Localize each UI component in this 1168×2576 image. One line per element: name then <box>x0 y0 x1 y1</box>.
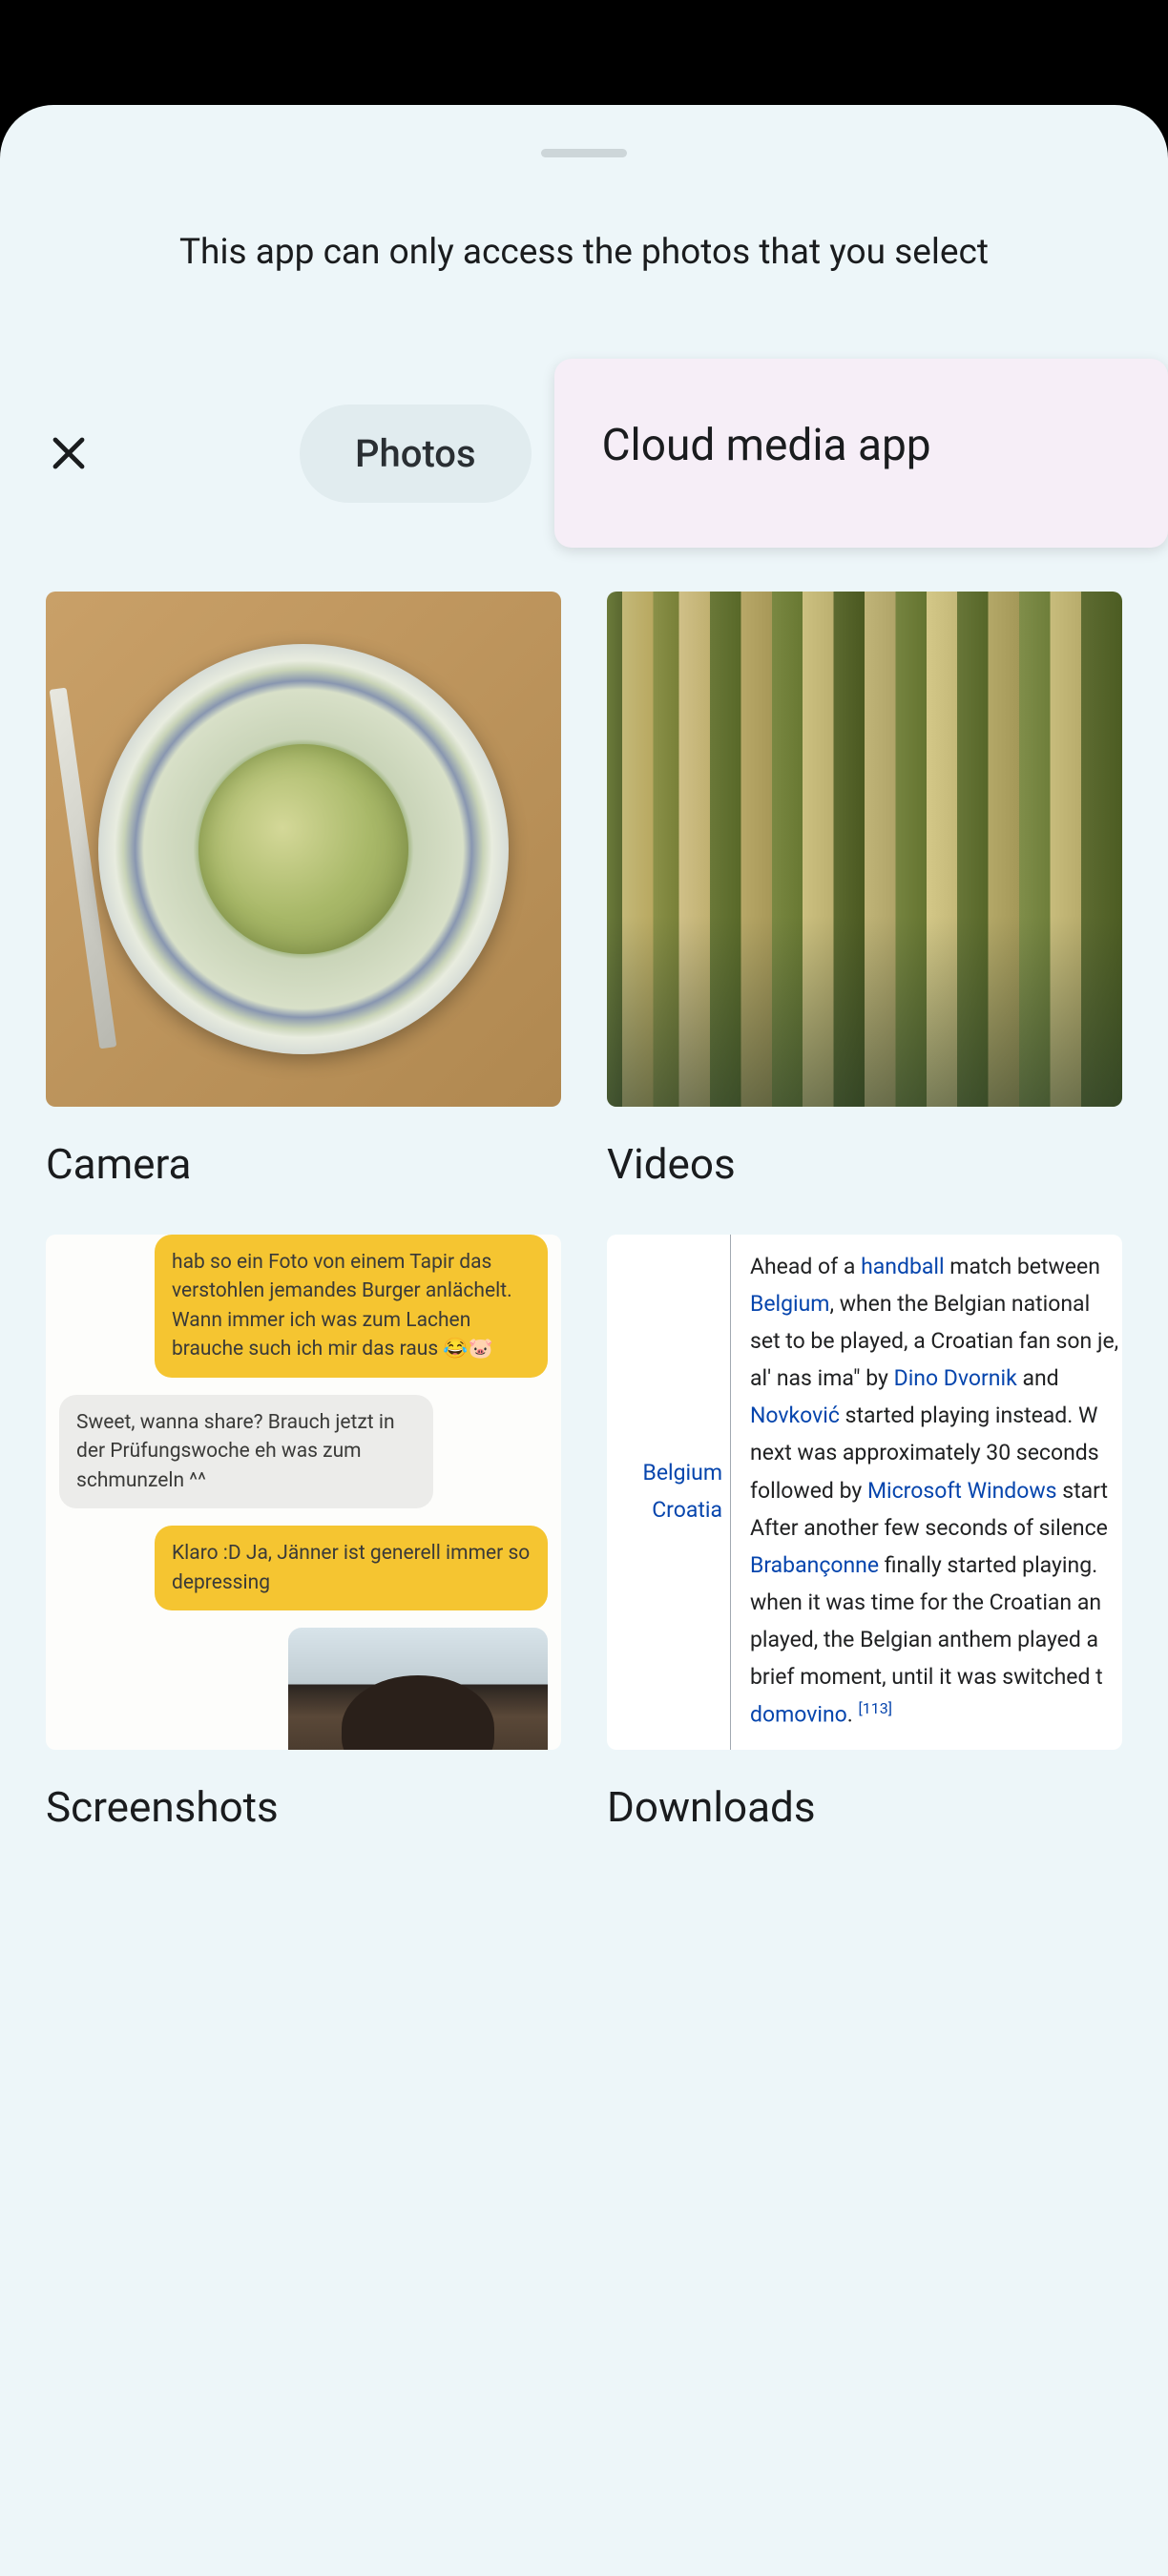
album-downloads[interactable]: Belgium Croatia Ahead of a handball matc… <box>607 1235 1122 1832</box>
close-icon[interactable] <box>46 430 92 476</box>
album-screenshots[interactable]: hab so ein Foto von einem Tapir das vers… <box>46 1235 561 1832</box>
drag-handle[interactable] <box>541 149 627 157</box>
album-thumbnail: Belgium Croatia Ahead of a handball matc… <box>607 1235 1122 1750</box>
album-thumbnail: hab so ein Foto von einem Tapir das vers… <box>46 1235 561 1750</box>
album-videos[interactable]: Videos <box>607 592 1122 1189</box>
album-title: Downloads <box>607 1782 1122 1832</box>
album-thumbnail <box>607 592 1122 1107</box>
album-title: Screenshots <box>46 1782 561 1832</box>
tab-photos[interactable]: Photos <box>300 405 532 503</box>
album-title: Camera <box>46 1139 561 1189</box>
album-thumbnail <box>46 592 561 1107</box>
article-sidebar: Belgium Croatia <box>607 1235 731 1750</box>
album-camera[interactable]: Camera <box>46 592 561 1189</box>
chat-bubble: Klaro :D Ja, Jänner ist generell immer s… <box>155 1526 548 1610</box>
chat-bubble: hab so ein Foto von einem Tapir das vers… <box>155 1235 548 1378</box>
article-body: Ahead of a handball match between Belgiu… <box>731 1235 1122 1750</box>
picker-toolbar: Photos Cloud media app <box>0 359 1168 548</box>
access-notice: This app can only access the photos that… <box>0 232 1168 273</box>
album-title: Videos <box>607 1139 1122 1189</box>
photo-picker-sheet: This app can only access the photos that… <box>0 105 1168 2576</box>
tab-cloud-media-app[interactable]: Cloud media app <box>554 359 1168 548</box>
albums-grid: Camera Videos hab so ein Foto von einem … <box>0 548 1168 1832</box>
chat-bubble: Sweet, wanna share? Brauch jetzt in der … <box>59 1395 433 1508</box>
chat-image <box>288 1628 548 1750</box>
